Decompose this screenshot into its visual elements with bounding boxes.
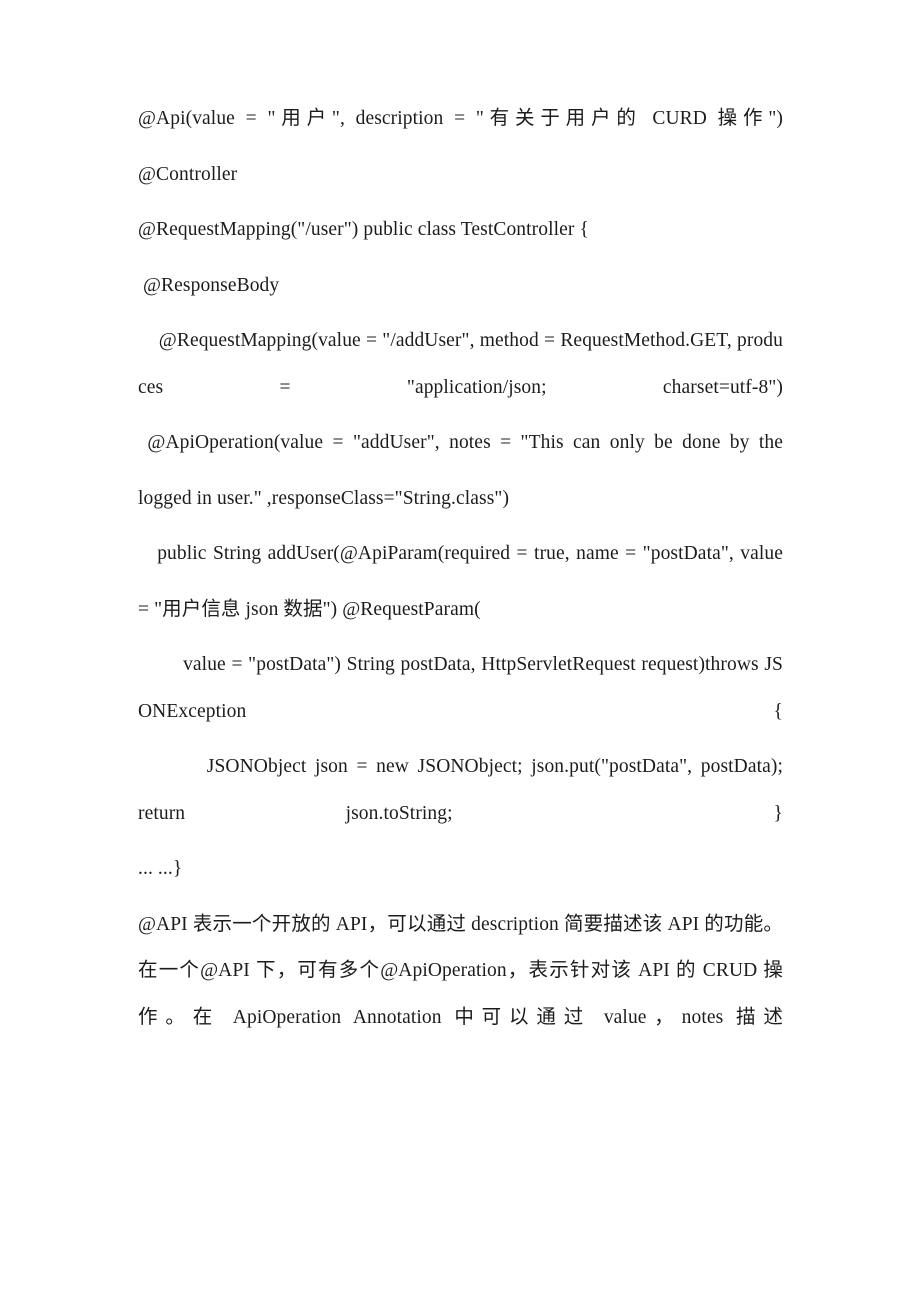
paragraph-response-body-annotation: @ResponseBody [138, 274, 280, 296]
paragraph-api-operation-continuation: logged in user." ,responseClass="String.… [138, 487, 510, 509]
paragraph-api-param-value-cn: = "用户信息 json 数据") @RequestParam( [138, 598, 481, 620]
paragraph-request-mapping-method: @RequestMapping(value = "/addUser", meth… [138, 330, 784, 398]
document-text-body: @Api(value = "用户", description = "有关于用户的… [138, 96, 783, 1041]
paragraph-controller-annotation: @Controller [138, 163, 238, 185]
paragraph-request-mapping-class: @RequestMapping("/user") public class Te… [138, 219, 589, 240]
paragraph-api-operation-annotation: @ApiOperation(value = "addUser", notes =… [138, 432, 783, 453]
paragraph-ellipsis-close-brace: ... ...} [138, 858, 183, 879]
paragraph-add-user-signature: public String addUser(@ApiParam(required… [138, 543, 783, 564]
document-page: @Api(value = "用户", description = "有关于用户的… [0, 0, 920, 1302]
paragraph-json-object-body: JSONObject json = new JSONObject; json.p… [138, 756, 833, 824]
paragraph-api-annotation: @Api(value = "用户", description = "有关于用户的… [138, 108, 783, 129]
paragraph-explanation: @API 表示一个开放的 API，可以通过 description 简要描述该 … [138, 913, 823, 1028]
paragraph-request-param-value: value = "postData") String postData, Htt… [138, 654, 783, 722]
